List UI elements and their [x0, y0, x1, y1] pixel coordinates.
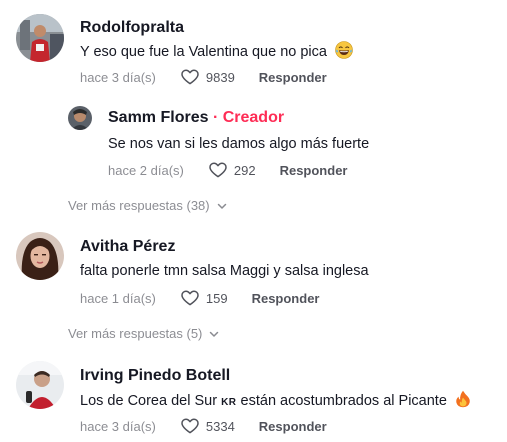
view-more-replies-label: Ver más respuestas (5)	[68, 326, 203, 341]
comment-text-body: Y eso que fue la Valentina que no pica	[80, 44, 327, 60]
reply-button[interactable]: Responder	[259, 419, 327, 434]
creator-separator: ·	[212, 109, 219, 126]
avatar-image	[16, 14, 64, 62]
comment-time: hace 3 día(s)	[80, 418, 156, 434]
comment-author[interactable]: Rodolfopralta	[80, 18, 184, 38]
comment-time: hace 1 día(s)	[80, 290, 156, 306]
avatar-avitha-perez[interactable]	[16, 232, 64, 280]
view-more-replies-button[interactable]: Ver más respuestas (38)	[68, 198, 228, 213]
reply-time: hace 2 día(s)	[108, 162, 184, 178]
avatar-image	[16, 361, 64, 409]
avatar-image	[68, 106, 92, 130]
avatar-irving-pinedo-botell[interactable]	[16, 361, 64, 409]
comment-text: falta ponerle tmn salsa Maggi y salsa in…	[80, 263, 369, 279]
reply-text: Se nos van si les damos algo más fuerte	[108, 136, 370, 152]
chevron-down-icon	[217, 203, 226, 209]
like-count: 9839	[205, 69, 235, 85]
comment-text: Los de Corea del Sur KR están acostumbra…	[80, 390, 471, 413]
reply-button[interactable]: Responder	[280, 163, 348, 178]
comment-meta: hace 3 día(s) 9839 Responder	[80, 67, 327, 87]
comment-author[interactable]: Irving Pinedo Botell	[80, 366, 230, 386]
comment-meta: hace 1 día(s) 159 Responder	[80, 288, 319, 308]
fire-emoji-icon	[456, 390, 470, 408]
reply-button[interactable]: Responder	[259, 70, 327, 85]
comment-author[interactable]: Avitha Pérez	[80, 237, 175, 257]
view-more-replies-button[interactable]: Ver más respuestas (5)	[68, 326, 220, 341]
creator-badge: Creador	[222, 109, 285, 126]
avatar-rodolfopralta[interactable]	[16, 14, 64, 62]
avatar-samm-flores[interactable]	[68, 106, 92, 130]
reply-author: Samm Flores · Creador	[108, 108, 284, 128]
reply-meta: hace 2 día(s) 292 Responder	[108, 160, 347, 180]
reply-author-name[interactable]: Samm Flores	[108, 109, 208, 126]
comment-text-after: están acostumbrados al Picante	[240, 393, 447, 409]
kr-flag-label: KR	[221, 397, 237, 408]
heart-icon[interactable]	[180, 67, 200, 87]
comment-meta: hace 3 día(s) 5334 Responder	[80, 416, 327, 436]
avatar-image	[16, 232, 64, 280]
laughing-tears-emoji-icon	[335, 41, 353, 59]
comment-text: Y eso que fue la Valentina que no pica	[80, 41, 353, 62]
heart-icon[interactable]	[208, 160, 228, 180]
reply-button[interactable]: Responder	[252, 291, 320, 306]
like-count: 5334	[205, 418, 235, 434]
chevron-down-icon	[210, 331, 219, 337]
comment-text-before: Los de Corea del Sur	[80, 393, 218, 409]
view-more-replies-label: Ver más respuestas (38)	[68, 198, 210, 213]
like-count: 292	[233, 162, 256, 178]
heart-icon[interactable]	[180, 288, 200, 308]
comment-time: hace 3 día(s)	[80, 69, 156, 85]
heart-icon[interactable]	[180, 416, 200, 436]
like-count: 159	[205, 290, 228, 306]
